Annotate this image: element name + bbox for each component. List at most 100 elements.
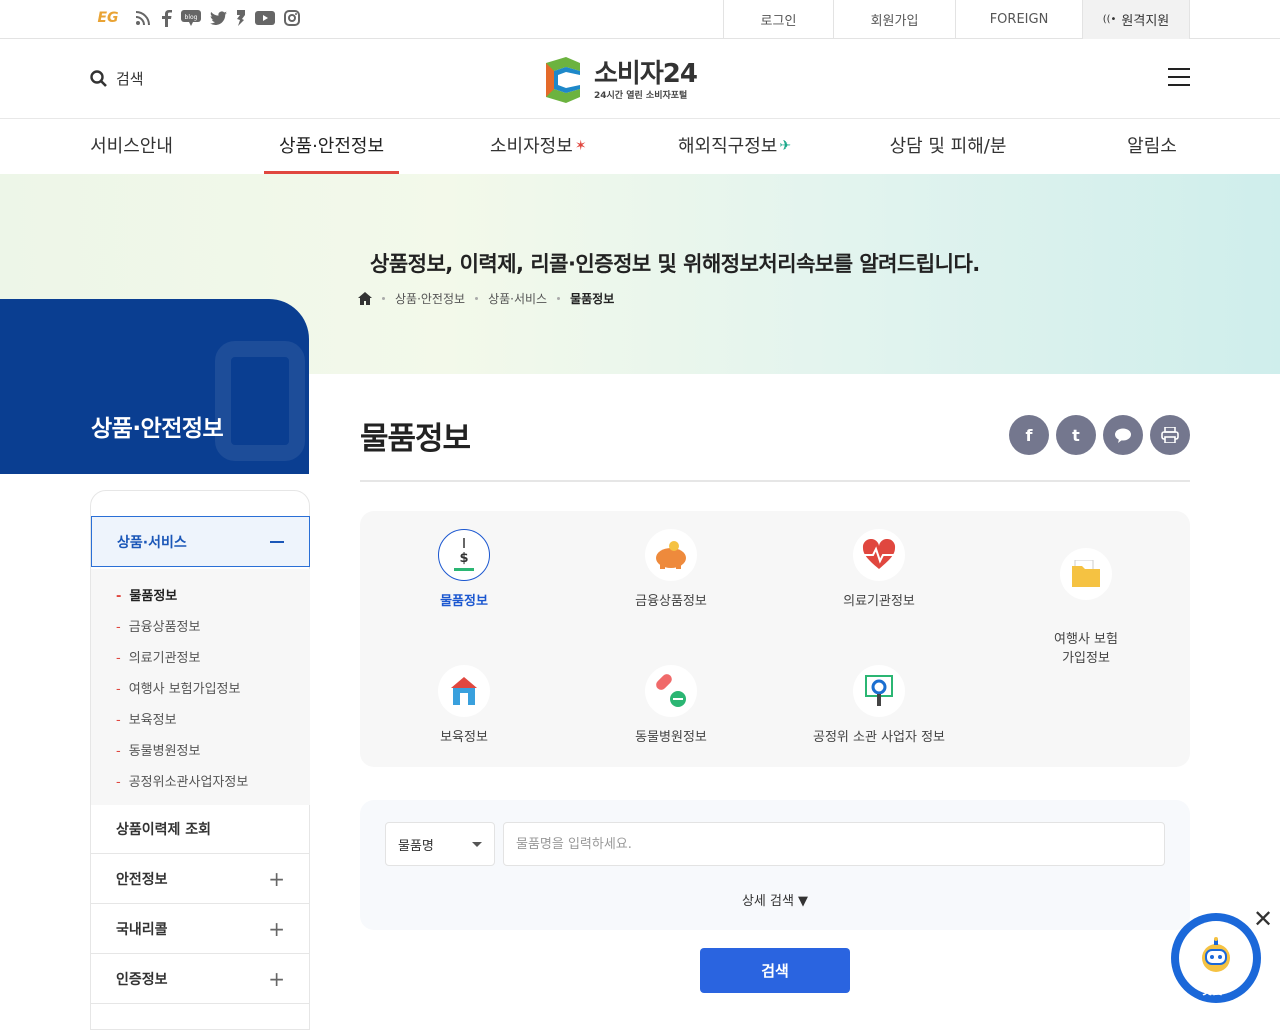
category-panel: $ 물품정보 금융상품정보 의료기관정보 여행사 보험 가입정보 보육정보 동물…: [360, 511, 1190, 767]
hero-description: 상품정보, 이력제, 리콜·인증정보 및 위해정보처리속보를 알려드립니다.: [370, 252, 980, 276]
search-button[interactable]: 검색: [90, 68, 144, 89]
advanced-search-toggle[interactable]: 상세 검색 ▼: [360, 890, 1190, 909]
share-buttons: f t: [1009, 415, 1190, 455]
breadcrumb-item[interactable]: 상품·서비스: [488, 290, 547, 307]
logo-title: 소비자24: [594, 58, 698, 89]
category-label: 의료기관정보: [843, 594, 915, 609]
category-label: 여행사 보험 가입정보: [1054, 632, 1118, 666]
remote-label: 원격지원: [1121, 14, 1170, 29]
utility-bar: EG blog 로그인 회원가입 FOREIGN ((• 원격지원: [0, 0, 1280, 39]
gnb-service-guide[interactable]: 서비스안내: [90, 119, 173, 174]
section-title: 상품·안전정보: [91, 416, 224, 442]
heart-pulse-icon: [853, 529, 905, 581]
home-icon[interactable]: [358, 292, 372, 305]
remote-icon: ((•: [1102, 14, 1117, 25]
submenu-item-medical[interactable]: 의료기관정보: [116, 643, 310, 674]
sparkle-icon: ✶: [574, 138, 587, 154]
category-animal-hospital[interactable]: 동물병원정보: [581, 665, 761, 747]
gnb-consumer-info-label: 소비자정보: [490, 136, 573, 157]
submenu-item-travel-insurance[interactable]: 여행사 보험가입정보: [116, 674, 310, 705]
side-menu-recall[interactable]: 국내리콜 +: [91, 904, 310, 954]
gnb-product-safety[interactable]: 상품·안전정보: [264, 119, 399, 174]
side-menu-traceability[interactable]: 상품이력제 조회: [91, 804, 310, 854]
talk-share-icon[interactable]: [1103, 415, 1143, 455]
logo-subtitle: 24시간 열린 소비자포털: [594, 90, 688, 101]
foreign-link[interactable]: FOREIGN: [955, 0, 1082, 39]
twitter-share-icon[interactable]: t: [1056, 415, 1096, 455]
category-medical[interactable]: 의료기관정보: [789, 529, 969, 611]
gnb-consultation[interactable]: 상담 및 피해/분쟁: [882, 119, 1014, 212]
breadcrumb-item[interactable]: 상품·안전정보: [395, 290, 465, 307]
chatbot-button[interactable]: 챗봇: [1171, 913, 1261, 1003]
submenu-item-finance[interactable]: 금융상품정보: [116, 612, 310, 643]
category-travel-insurance[interactable]: 여행사 보험 가입정보: [996, 529, 1176, 668]
blog-icon[interactable]: blog: [181, 8, 201, 28]
social-links: EG blog: [90, 8, 300, 28]
category-finance[interactable]: 금융상품정보: [581, 529, 761, 611]
side-menu-label: 인증정보: [116, 971, 168, 988]
submenu-item-animal-hospital[interactable]: 동물병원정보: [116, 736, 310, 767]
search-input[interactable]: [503, 822, 1165, 866]
kakaostory-icon[interactable]: [236, 8, 246, 28]
airplane-icon: ✈: [779, 138, 792, 154]
page-title: 물품정보: [360, 421, 471, 457]
main-navigation: 서비스안내 상품·안전정보 소비자정보✶ 해외직구정보✈ 상담 및 피해/분쟁 …: [0, 119, 1280, 212]
side-menu-label: 국내리콜: [116, 921, 168, 938]
category-goods[interactable]: $ 물품정보: [374, 529, 554, 611]
print-icon[interactable]: [1150, 415, 1190, 455]
submenu-item-ftc-business[interactable]: 공정위소관사업자정보: [116, 767, 310, 798]
gnb-overseas-purchase-label: 해외직구정보: [678, 136, 778, 157]
search-type-select[interactable]: 물품명: [385, 822, 495, 866]
search-panel: 물품명 상세 검색 ▼: [360, 800, 1190, 930]
join-link[interactable]: 회원가입: [833, 0, 955, 39]
youtube-icon[interactable]: [255, 8, 275, 28]
category-childcare[interactable]: 보육정보: [374, 665, 554, 747]
pill-icon: [645, 665, 697, 717]
side-menu-label: 상품이력제 조회: [116, 821, 212, 838]
remote-support-link[interactable]: ((• 원격지원: [1082, 0, 1190, 39]
gnb-notice[interactable]: 알림소식: [1119, 119, 1185, 212]
eg-icon[interactable]: EG: [90, 8, 126, 28]
breadcrumb-current: 물품정보: [570, 292, 615, 306]
header: 검색 소비자24 24시간 열린 소비자포털: [0, 39, 1280, 119]
rss-icon[interactable]: [135, 8, 151, 28]
submenu-item-childcare[interactable]: 보육정보: [116, 705, 310, 736]
piggy-bank-icon: [645, 529, 697, 581]
side-navigation: 상품·서비스 물품정보 금융상품정보 의료기관정보 여행사 보험가입정보 보육정…: [90, 490, 310, 1030]
side-submenu: 물품정보 금융상품정보 의료기관정보 여행사 보험가입정보 보육정보 동물병원정…: [91, 569, 310, 805]
search-label: 검색: [116, 70, 144, 88]
category-label: 공정위 소관 사업자 정보: [813, 730, 945, 745]
facebook-share-icon[interactable]: f: [1009, 415, 1049, 455]
expand-icon: +: [268, 966, 285, 991]
login-link[interactable]: 로그인: [723, 0, 833, 39]
site-logo[interactable]: 소비자24 24시간 열린 소비자포털: [540, 55, 698, 105]
title-divider: [360, 480, 1190, 482]
category-ftc-business[interactable]: 공정위 소관 사업자 정보: [789, 665, 969, 747]
breadcrumb: 상품·안전정보 상품·서비스 물품정보: [358, 290, 614, 307]
submenu-item-goods[interactable]: 물품정보: [116, 581, 310, 612]
gnb-overseas-purchase[interactable]: 해외직구정보 ✈: [678, 119, 803, 174]
instagram-icon[interactable]: [284, 8, 300, 28]
magnifier-icon: [853, 665, 905, 717]
search-submit-button[interactable]: 검색: [700, 948, 850, 993]
search-icon: [90, 69, 107, 87]
side-menu-safety[interactable]: 안전정보 +: [91, 854, 310, 904]
expand-icon: +: [268, 866, 285, 891]
category-label: 금융상품정보: [635, 594, 707, 609]
chatbot-label: 챗봇: [1201, 983, 1224, 997]
utility-menu: 로그인 회원가입 FOREIGN ((• 원격지원: [723, 0, 1190, 39]
section-header: 상품·안전정보: [0, 299, 309, 474]
blog-label: blog: [185, 14, 198, 21]
menu-icon[interactable]: [1168, 68, 1190, 88]
close-icon[interactable]: ✕: [1253, 907, 1273, 931]
category-label: 보육정보: [440, 730, 488, 745]
house-icon: [438, 665, 490, 717]
twitter-icon[interactable]: [210, 8, 227, 28]
logo-mark-icon: [546, 57, 580, 103]
gnb-consumer-info[interactable]: 소비자정보 ✶: [490, 119, 600, 174]
logo-watermark-icon: [215, 341, 305, 461]
side-menu-label: 안전정보: [116, 871, 168, 888]
side-menu-certification[interactable]: 인증정보 +: [91, 954, 310, 1004]
side-menu-products-services[interactable]: 상품·서비스: [91, 516, 310, 567]
facebook-icon[interactable]: [160, 8, 172, 28]
